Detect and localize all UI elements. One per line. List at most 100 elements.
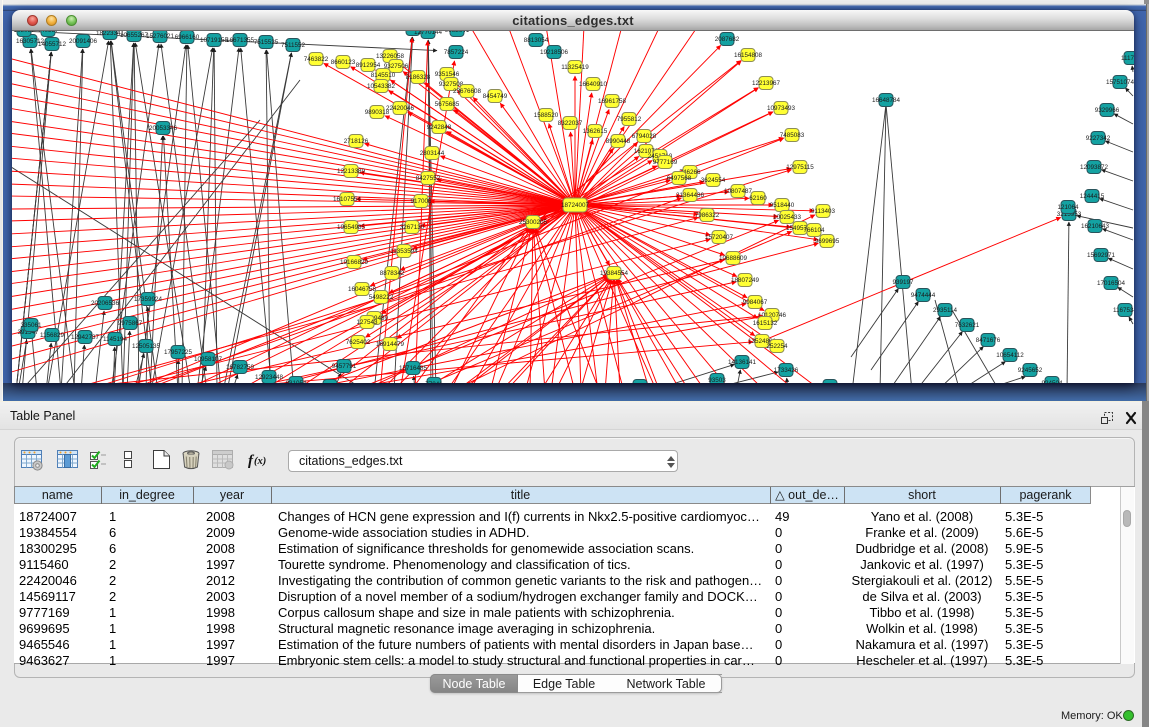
svg-text:9242848: 9242848 xyxy=(427,124,452,131)
svg-text:1167534: 1167534 xyxy=(1113,307,1134,314)
svg-text:8145510: 8145510 xyxy=(371,72,396,79)
svg-text:16210643: 16210643 xyxy=(1081,223,1110,230)
svg-text:7485083: 7485083 xyxy=(780,132,805,139)
svg-text:7511552: 7511552 xyxy=(281,42,306,49)
svg-text:22420046: 22420046 xyxy=(386,105,415,112)
svg-text:62160: 62160 xyxy=(749,195,767,202)
svg-text:14136141: 14136141 xyxy=(728,359,757,366)
svg-text:16671355: 16671355 xyxy=(226,37,255,44)
svg-text:20053346: 20053346 xyxy=(149,125,178,132)
svg-text:8912954: 8912954 xyxy=(356,62,381,69)
svg-text:16107554: 16107554 xyxy=(333,196,362,203)
svg-text:127543: 127543 xyxy=(356,319,378,326)
svg-text:10688609: 10688609 xyxy=(719,255,748,262)
svg-text:16648784: 16648784 xyxy=(872,97,901,104)
svg-text:1588520: 1588520 xyxy=(534,112,559,119)
svg-text:7857224: 7857224 xyxy=(444,49,469,56)
svg-text:12213389: 12213389 xyxy=(337,168,366,175)
svg-text:11325419: 11325419 xyxy=(561,64,589,71)
svg-text:7955812: 7955812 xyxy=(617,116,642,123)
svg-text:10025433: 10025433 xyxy=(773,214,802,221)
svg-text:939197: 939197 xyxy=(892,279,914,286)
svg-text:7463822: 7463822 xyxy=(304,56,329,63)
svg-text:8813054: 8813054 xyxy=(524,37,549,44)
svg-text:17957225: 17957225 xyxy=(164,349,193,356)
svg-text:7632621: 7632621 xyxy=(955,322,980,329)
svg-text:20206536: 20206536 xyxy=(91,300,120,307)
svg-text:140557: 140557 xyxy=(37,31,59,34)
svg-text:8454749: 8454749 xyxy=(483,93,508,100)
svg-text:16782759: 16782759 xyxy=(226,364,255,371)
svg-text:6966160: 6966160 xyxy=(175,34,200,41)
svg-text:77041: 77041 xyxy=(425,381,443,383)
svg-text:12505135: 12505135 xyxy=(132,343,161,350)
svg-text:11353594: 11353594 xyxy=(390,248,418,255)
svg-text:8186328: 8186328 xyxy=(406,74,431,81)
svg-text:16914479: 16914479 xyxy=(376,341,405,348)
svg-text:917006: 917006 xyxy=(410,198,432,205)
svg-text:12975115: 12975115 xyxy=(786,164,814,171)
svg-text:12923448: 12923448 xyxy=(255,374,284,381)
svg-text:8427552: 8427552 xyxy=(416,175,441,182)
svg-text:12213967: 12213967 xyxy=(752,80,781,87)
svg-text:121064: 121064 xyxy=(1057,204,1079,211)
svg-text:831054: 831054 xyxy=(285,380,307,383)
svg-text:18724007: 18724007 xyxy=(561,202,590,209)
svg-text:1615132: 1615132 xyxy=(753,320,778,327)
svg-text:9982641: 9982641 xyxy=(445,31,470,34)
svg-text:12093872: 12093872 xyxy=(1080,164,1109,171)
svg-text:8878342: 8878342 xyxy=(380,270,405,277)
svg-text:9457791: 9457791 xyxy=(332,363,357,370)
svg-text:15751074: 15751074 xyxy=(1106,79,1134,86)
svg-text:2935114: 2935114 xyxy=(933,307,958,314)
svg-text:2718126: 2718126 xyxy=(344,138,369,145)
svg-text:9474444: 9474444 xyxy=(911,292,936,299)
svg-text:3624554: 3624554 xyxy=(701,177,726,184)
svg-text:16046758: 16046758 xyxy=(348,286,377,293)
svg-text:15716485: 15716485 xyxy=(399,365,428,372)
svg-text:1156829: 1156829 xyxy=(40,332,65,339)
svg-text:17359924: 17359924 xyxy=(134,296,163,303)
svg-text:9518440: 9518440 xyxy=(770,202,795,209)
svg-text:252254: 252254 xyxy=(766,343,788,350)
svg-text:19384554: 19384554 xyxy=(600,270,629,277)
svg-text:111734: 111734 xyxy=(1121,55,1134,62)
svg-text:335061: 335061 xyxy=(20,322,42,329)
svg-text:(x): (x) xyxy=(254,456,266,467)
svg-text:16154808: 16154808 xyxy=(734,52,763,59)
svg-text:9084067: 9084067 xyxy=(743,299,768,306)
svg-text:6794028: 6794028 xyxy=(632,133,657,140)
svg-text:8990448: 8990448 xyxy=(606,138,631,145)
svg-text:10655267: 10655267 xyxy=(120,32,149,39)
svg-text:12942737: 12942737 xyxy=(71,334,100,341)
svg-text:9329966: 9329966 xyxy=(1095,107,1120,114)
svg-text:1733426: 1733426 xyxy=(774,367,799,374)
svg-text:18807249: 18807249 xyxy=(731,277,760,284)
svg-text:7515525: 7515525 xyxy=(254,39,279,46)
svg-text:1244415: 1244415 xyxy=(1080,193,1105,200)
svg-text:12770144: 12770144 xyxy=(414,31,443,36)
svg-text:10958107: 10958107 xyxy=(194,356,223,363)
svg-text:2803144: 2803144 xyxy=(420,150,445,157)
svg-text:9699695: 9699695 xyxy=(815,238,840,245)
svg-text:93503: 93503 xyxy=(708,377,726,383)
svg-text:19654985: 19654985 xyxy=(337,224,366,231)
svg-text:15720407: 15720407 xyxy=(705,234,734,241)
svg-text:9777169: 9777169 xyxy=(653,159,678,166)
svg-text:9975867: 9975867 xyxy=(118,320,143,327)
svg-text:10543382: 10543382 xyxy=(367,83,396,90)
svg-text:25300205: 25300205 xyxy=(519,219,548,226)
svg-text:9245652: 9245652 xyxy=(1018,367,1043,374)
svg-text:10719155: 10719155 xyxy=(200,37,229,44)
svg-text:20091406: 20091406 xyxy=(69,38,98,45)
svg-text:16640910: 16640910 xyxy=(579,81,608,88)
svg-text:19166829: 19166829 xyxy=(340,259,369,266)
svg-text:7625402: 7625402 xyxy=(346,339,371,346)
svg-text:19218506: 19218506 xyxy=(540,49,569,56)
svg-text:6497568: 6497568 xyxy=(667,175,692,182)
svg-text:16961758: 16961758 xyxy=(598,98,627,105)
svg-text:15692971: 15692971 xyxy=(1087,252,1116,259)
svg-text:9227342: 9227342 xyxy=(1086,135,1111,142)
svg-text:1362615: 1362615 xyxy=(583,128,608,135)
svg-text:8660123: 8660123 xyxy=(331,59,356,66)
